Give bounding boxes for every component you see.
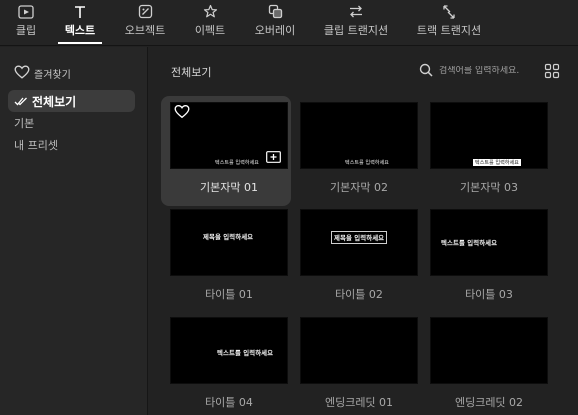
section-title: 전체보기 xyxy=(171,66,212,79)
preset-thumbnail: 제목을 입력하세요 xyxy=(300,209,418,276)
sidebar-item-label: 기본 xyxy=(14,117,35,130)
preset-thumbnail: 텍스트를 입력하세요 xyxy=(430,102,548,169)
sidebar-item-all[interactable]: 전체보기 xyxy=(8,90,135,112)
search-icon xyxy=(419,62,433,81)
preset-browser: 전체보기 텍스트를 입력하세요 기본자막 01 텍스트를 입력하세요 기본자막 … xyxy=(149,47,578,415)
preset-card[interactable]: 텍스트를 입력하세요 타이틀 03 xyxy=(421,203,551,313)
preset-card[interactable]: 텍스트를 입력하세요 기본자막 01 xyxy=(161,96,291,206)
top-tab-bar: 클립 텍스트 오브젝트 이펙트 오버레이 클립 트랜지션 트랙 트랜지션 xyxy=(0,0,578,46)
preset-card[interactable]: 제목을 입력하세요 타이틀 02 xyxy=(291,203,421,313)
tab-object[interactable]: 오브젝트 xyxy=(118,0,172,46)
favorites-label: 즐겨찾기 xyxy=(34,70,71,81)
clip-icon xyxy=(18,3,34,20)
tab-track-transition[interactable]: 트랙 트랜지션 xyxy=(414,0,484,46)
preset-card[interactable]: 엔딩크레딧 01 xyxy=(291,311,421,415)
tab-effect[interactable]: 이펙트 xyxy=(188,0,232,46)
preset-card-label: 타이틀 03 xyxy=(465,288,513,301)
active-tab-underline xyxy=(58,42,102,44)
preset-thumbnail: 텍스트를 입력하세요 xyxy=(300,102,418,169)
double-check-icon xyxy=(14,95,28,107)
preset-card-label: 타이틀 04 xyxy=(205,396,253,409)
sidebar-item-basic[interactable]: 기본 xyxy=(8,112,135,134)
preset-card[interactable]: 제목을 입력하세요 타이틀 01 xyxy=(161,203,291,313)
preset-thumbnail xyxy=(430,317,548,384)
tab-clip[interactable]: 클립 xyxy=(10,0,42,46)
favorites-item[interactable]: 즐겨찾기 xyxy=(14,65,71,82)
clip-transition-icon xyxy=(348,3,364,20)
tab-overlay[interactable]: 오버레이 xyxy=(250,0,300,46)
preset-card[interactable]: 엔딩크레딧 02 xyxy=(421,311,551,415)
preset-card-label: 엔딩크레딧 02 xyxy=(454,396,524,409)
preset-card-label: 타이틀 01 xyxy=(205,288,253,301)
preset-thumbnail: 제목을 입력하세요 xyxy=(170,209,288,276)
category-sidebar: 즐겨찾기 전체보기 기본 내 프리셋 xyxy=(0,47,148,415)
preset-card[interactable]: 텍스트를 입력하세요 기본자막 02 xyxy=(291,96,421,206)
object-icon xyxy=(138,3,153,20)
tab-clip-transition[interactable]: 클립 트랜지션 xyxy=(322,0,390,46)
sidebar-item-my-presets[interactable]: 내 프리셋 xyxy=(8,134,135,156)
preset-card-label: 기본자막 03 xyxy=(460,181,518,194)
preset-card[interactable]: 텍스트를 입력하세요 기본자막 03 xyxy=(421,96,551,206)
grid-view-button[interactable] xyxy=(544,63,560,79)
sidebar-item-label: 전체보기 xyxy=(32,94,77,109)
preset-card-label: 타이틀 02 xyxy=(335,288,383,301)
search-box[interactable] xyxy=(419,61,539,81)
preset-card-label: 엔딩크레딧 01 xyxy=(324,396,394,409)
sidebar-item-label: 내 프리셋 xyxy=(14,139,58,152)
preset-card[interactable]: 텍스트를 입력하세요 타이틀 04 xyxy=(161,311,291,415)
track-transition-icon xyxy=(441,3,457,20)
grid-icon xyxy=(544,63,560,83)
preset-thumbnail: 텍스트를 입력하세요 xyxy=(430,209,548,276)
preset-card-label: 기본자막 02 xyxy=(330,181,388,194)
effect-icon xyxy=(203,3,218,20)
preset-thumbnail: 텍스트를 입력하세요 xyxy=(170,317,288,384)
add-to-timeline-icon[interactable] xyxy=(266,148,281,163)
search-input[interactable] xyxy=(439,66,539,76)
preset-card-label: 기본자막 01 xyxy=(200,181,258,194)
tab-text[interactable]: 텍스트 xyxy=(58,0,102,46)
favorite-heart-icon[interactable] xyxy=(174,104,190,119)
heart-icon xyxy=(14,65,30,82)
overlay-icon xyxy=(268,3,283,20)
preset-thumbnail xyxy=(300,317,418,384)
text-icon xyxy=(73,3,87,20)
